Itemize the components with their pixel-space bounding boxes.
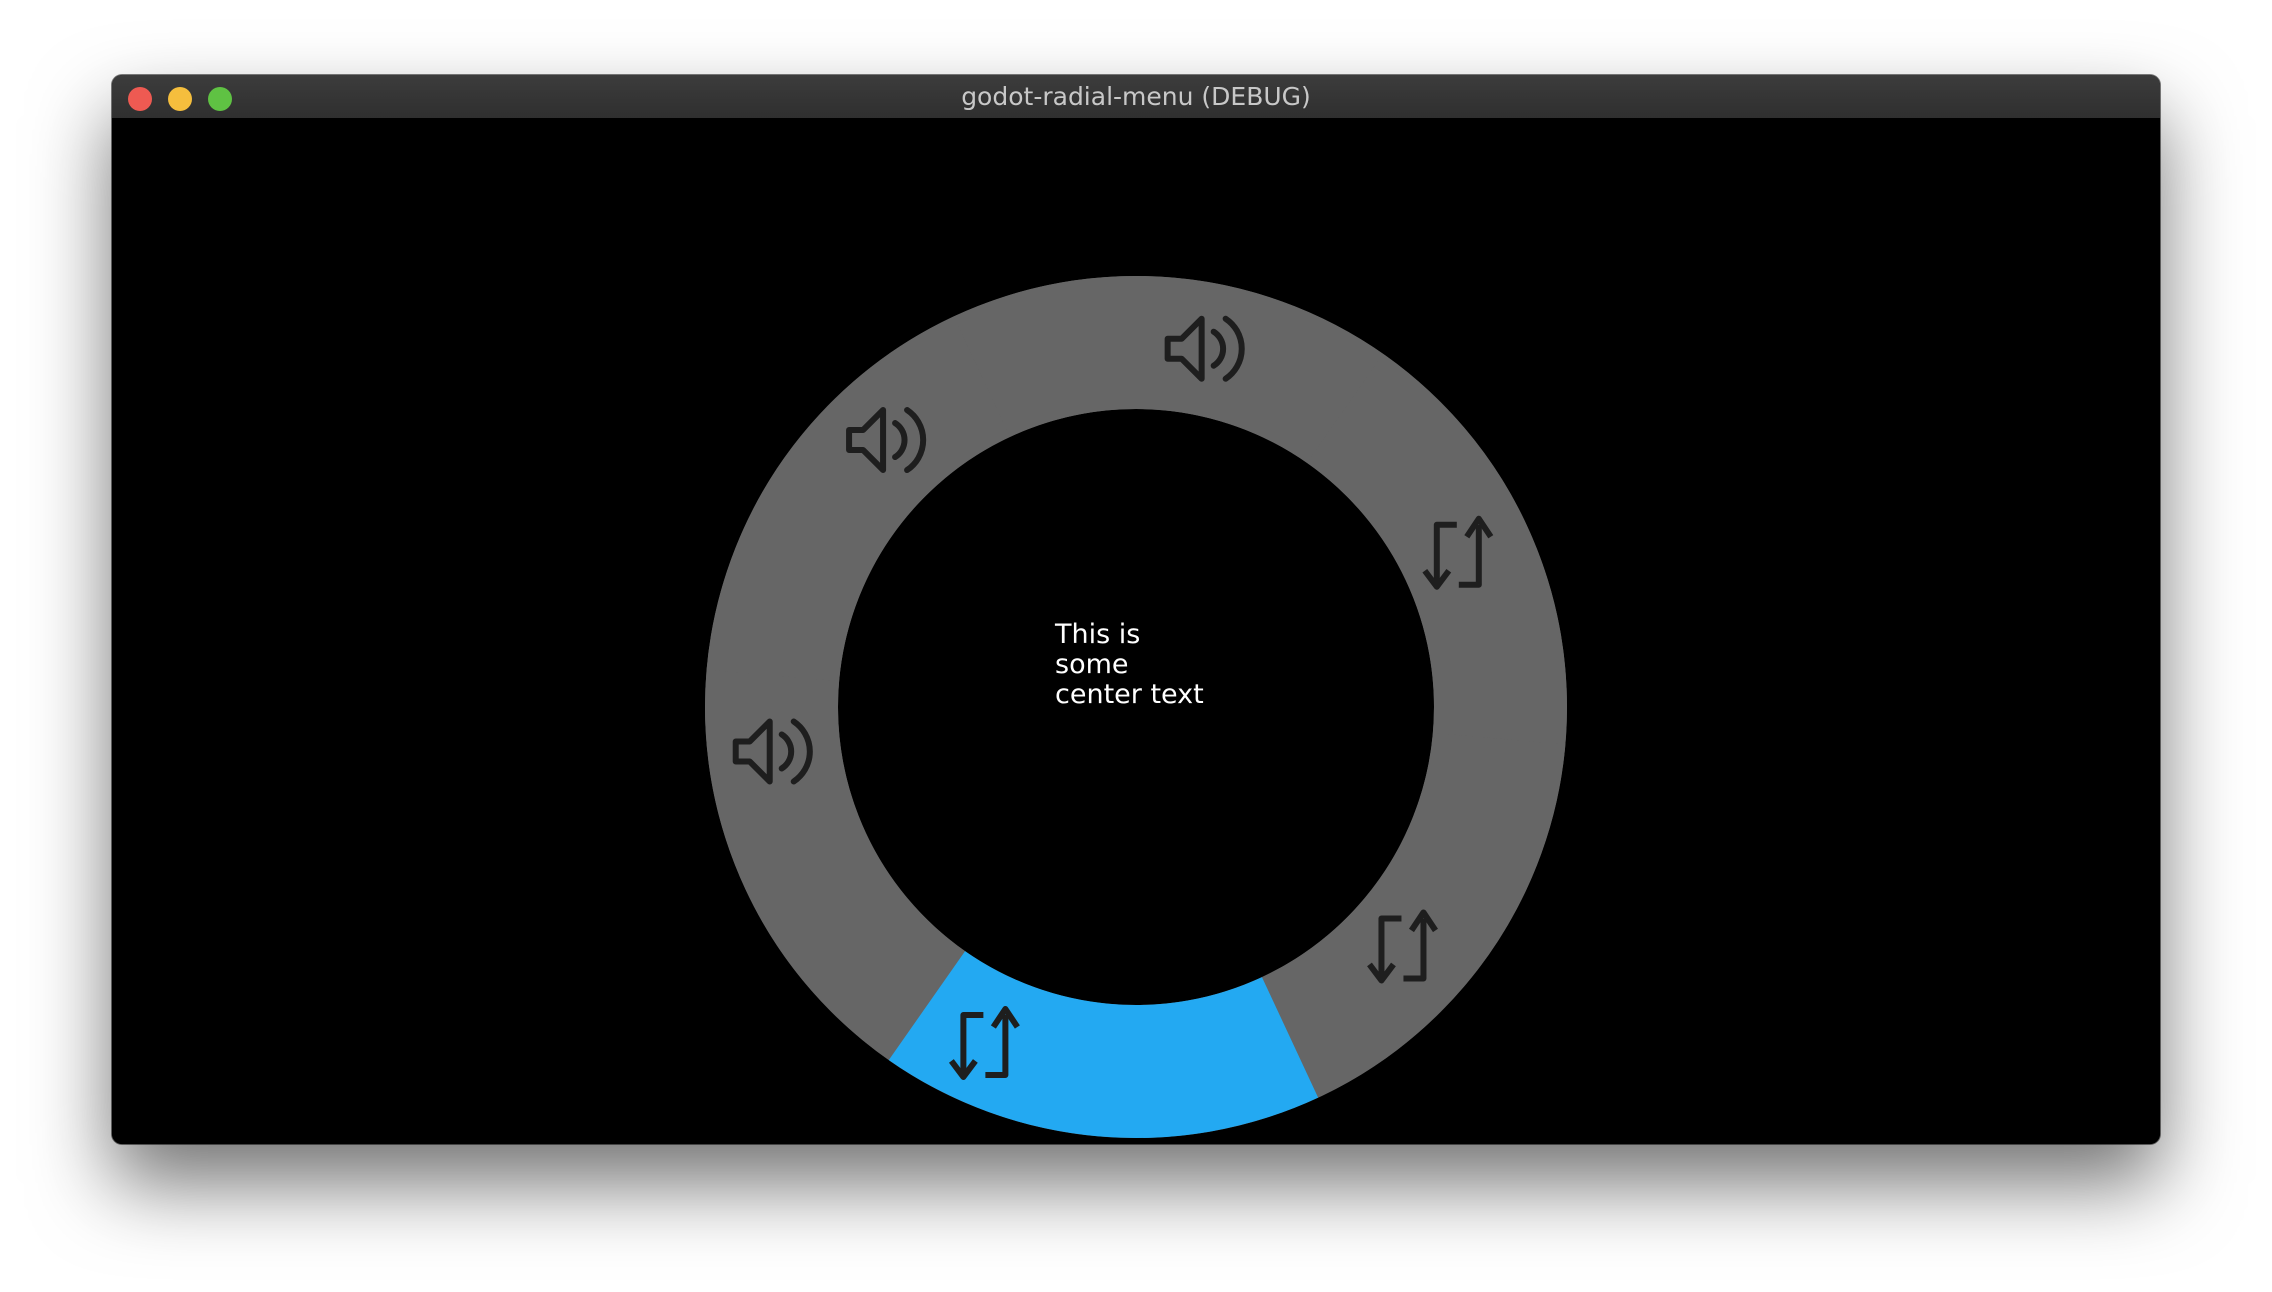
center-text-line: This is [1055, 619, 1141, 650]
radial-menu-item[interactable] [1261, 732, 1566, 1098]
center-text: This is some center text [1055, 620, 1255, 710]
radial-menu-item[interactable] [953, 276, 1384, 463]
desktop: godot-radial-menu (DEBUG) This is some c… [0, 0, 2272, 1292]
app-window: godot-radial-menu (DEBUG) This is some c… [112, 75, 2160, 1144]
center-text-line: center text [1055, 679, 1204, 710]
game-viewport: This is some center text [112, 118, 2160, 1144]
radial-menu-item-selected[interactable] [888, 951, 1319, 1138]
center-text-line: some [1055, 649, 1129, 680]
radial-menu-item[interactable] [705, 669, 966, 1061]
title-bar[interactable]: godot-radial-menu (DEBUG) [112, 75, 2160, 119]
radial-menu-item[interactable] [706, 316, 1011, 682]
window-title: godot-radial-menu (DEBUG) [961, 82, 1311, 111]
